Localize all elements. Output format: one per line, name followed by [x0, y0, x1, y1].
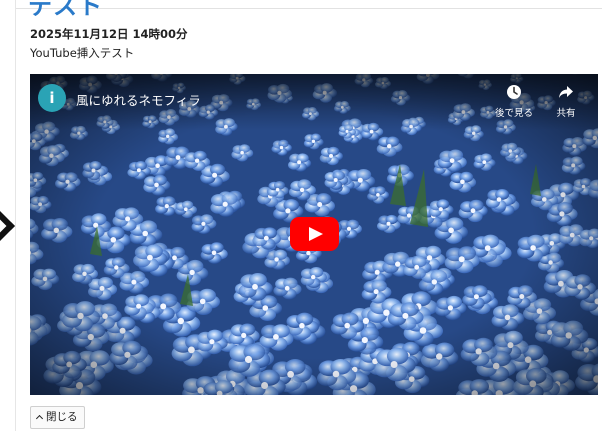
close-button[interactable]: 閉じる — [30, 406, 85, 429]
close-label: 閉じる — [46, 411, 78, 423]
chevron-up-icon — [35, 414, 44, 423]
watch-later-label: 後で見る — [494, 108, 533, 119]
clock-icon — [507, 85, 521, 99]
youtube-embed[interactable]: i 風にゆれるネモフィラ 後で見る 共有 — [30, 74, 598, 395]
share-button[interactable]: 共有 — [546, 84, 586, 119]
video-title[interactable]: 風にゆれるネモフィラ — [76, 90, 201, 109]
post-date: 2025年11月12日 14時00分 — [30, 27, 188, 41]
header-divider — [16, 8, 602, 9]
previous-arrow-icon[interactable] — [0, 209, 15, 243]
channel-avatar[interactable]: i — [38, 84, 66, 112]
share-arrow-icon — [559, 86, 573, 98]
page: テスト 2025年11月12日 14時00分 YouTube挿入テスト i 風に… — [0, 0, 602, 431]
post-subtitle: YouTube挿入テスト — [30, 46, 135, 60]
content-divider — [15, 0, 16, 431]
share-label: 共有 — [556, 108, 576, 119]
youtube-play-icon[interactable] — [290, 217, 339, 251]
post-title: テスト — [28, 0, 103, 20]
watch-later-button[interactable]: 後で見る — [490, 84, 538, 119]
